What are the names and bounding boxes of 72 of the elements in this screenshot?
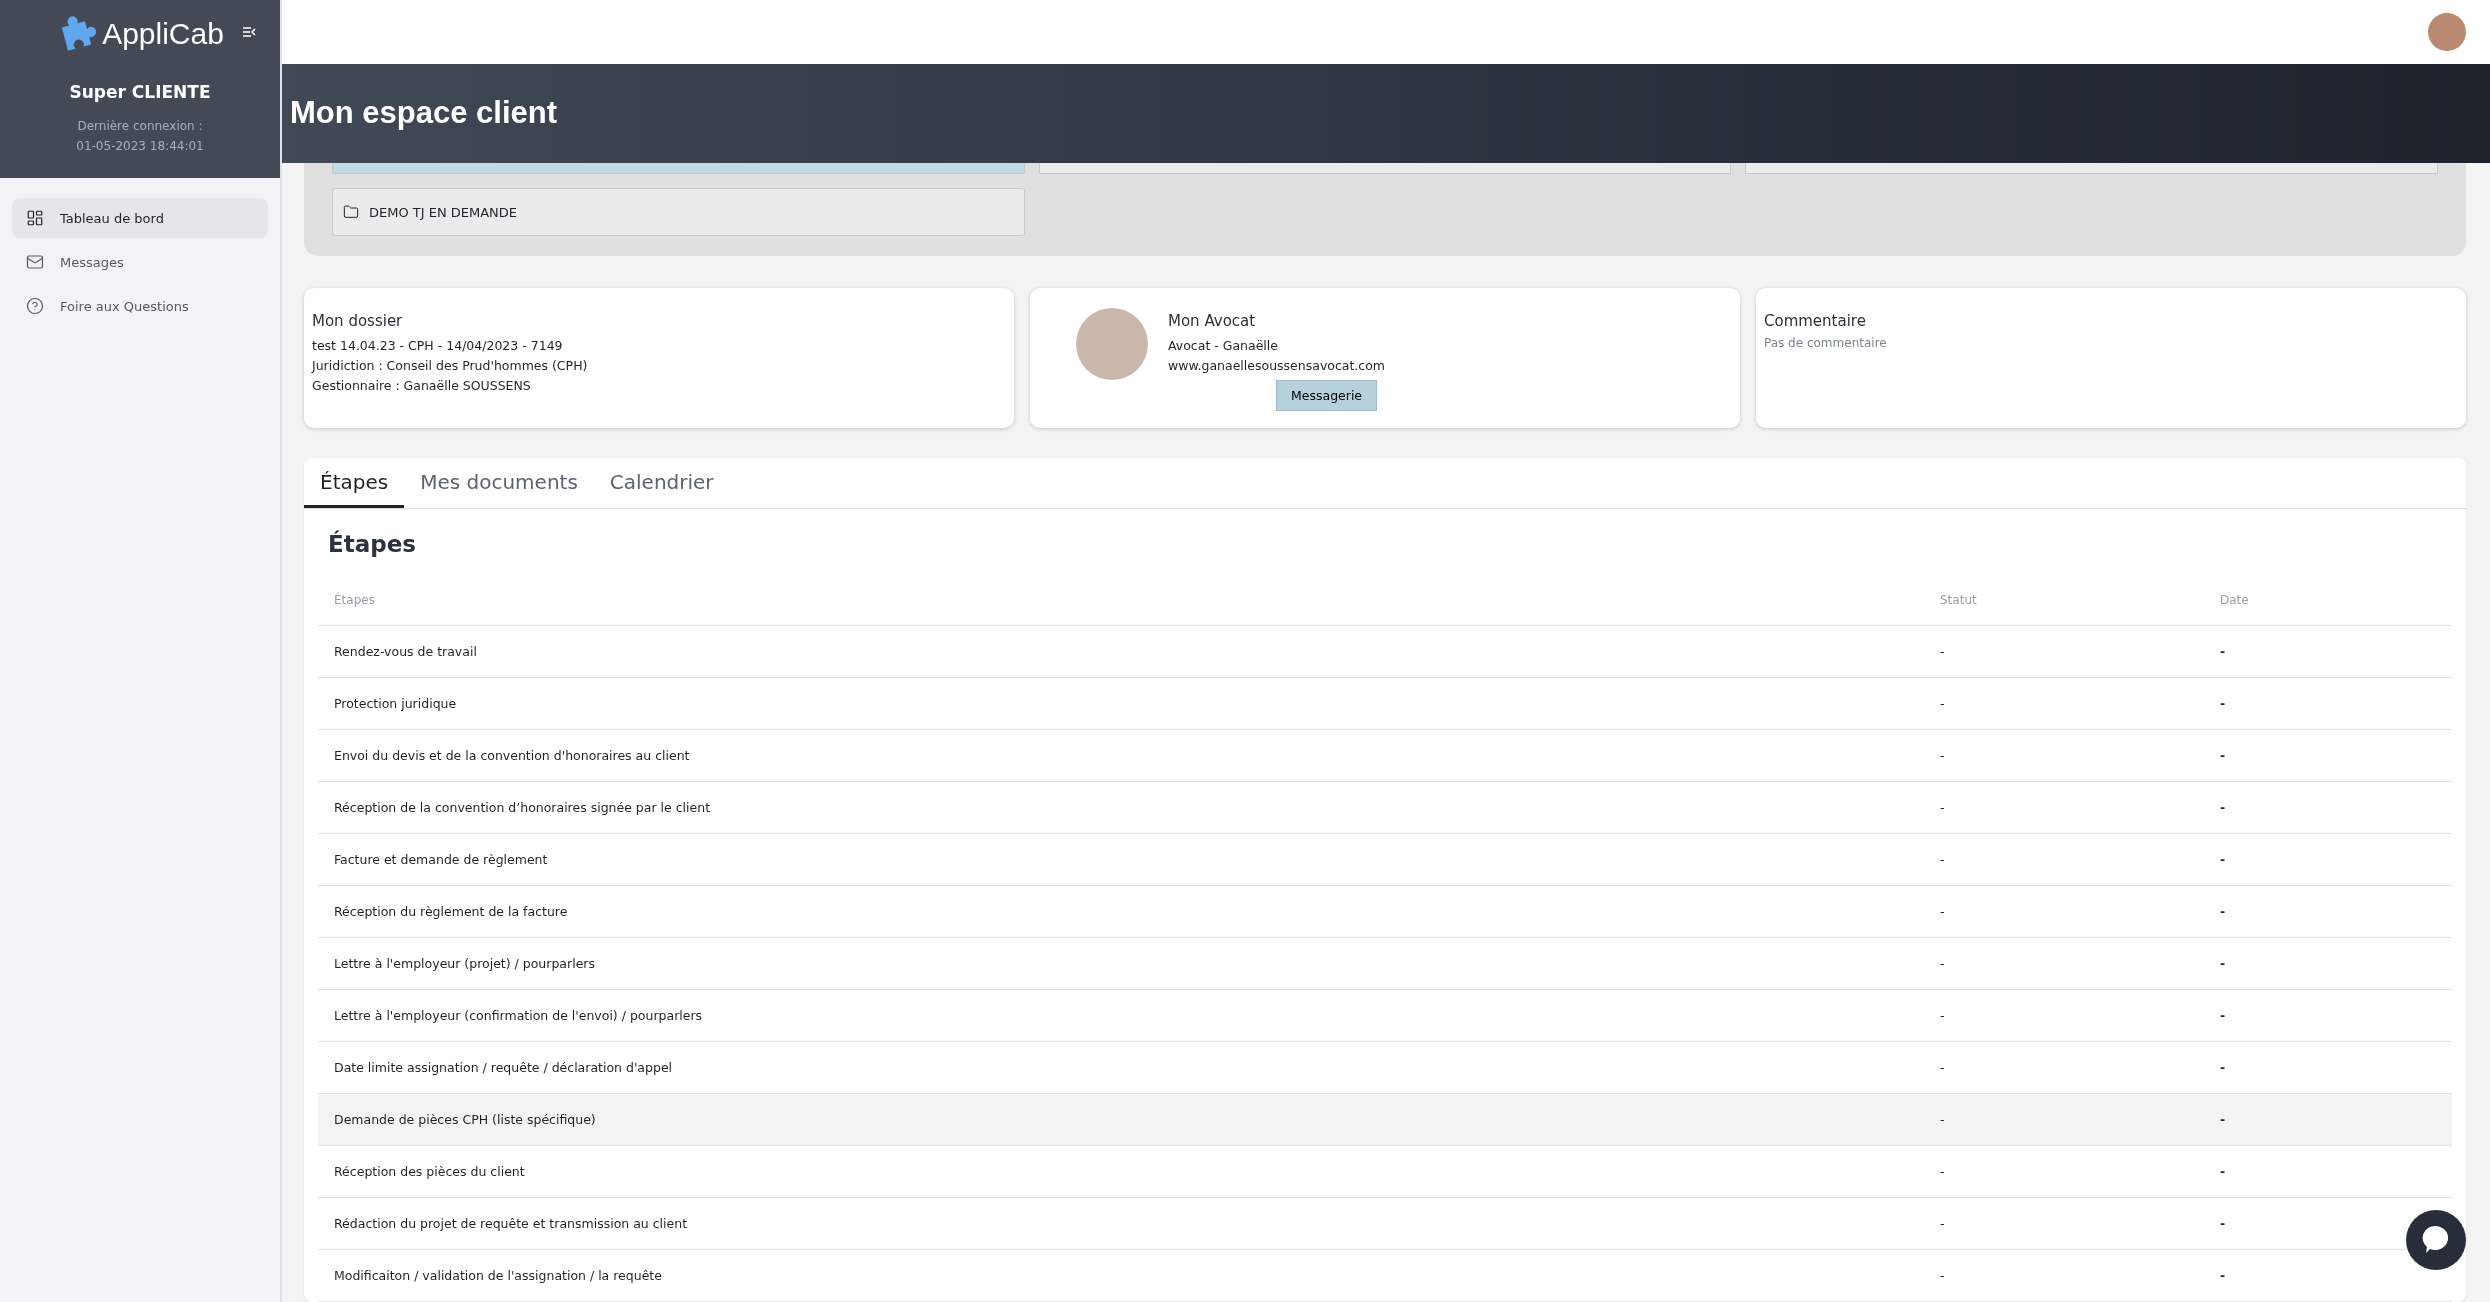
table-cell-text: Facture et demande de règlement xyxy=(334,852,549,867)
user-name: Super CLIENTE xyxy=(69,82,211,102)
folder-icon xyxy=(343,204,359,220)
table-cell-text: - xyxy=(1940,1164,1946,1179)
last-login-label: Dernière connexion : xyxy=(76,118,204,135)
section-title: Étapes xyxy=(328,531,417,557)
table-cell-text: Rédaction du projet de requête et transmission au client xyxy=(334,1216,689,1231)
dossier-line: test 14.04.23 - CPH - 14/04/2023 - 7149 xyxy=(312,337,564,355)
table-cell-text: - xyxy=(1940,748,1946,763)
nav-item[interactable]: Foire aux Questions xyxy=(12,286,268,326)
last-login-time: 01-05-2023 18:44:01 xyxy=(76,138,204,155)
dashboard-icon xyxy=(26,209,44,227)
table-cell-text: - xyxy=(2220,1216,2227,1231)
dossier-line: Juridiction : Conseil des Prud'hommes (CPH) xyxy=(312,357,589,375)
table-cell-text: - xyxy=(2220,696,2227,711)
chat-bubble-icon[interactable] xyxy=(2406,1210,2466,1270)
table-cell-text: - xyxy=(2220,748,2227,763)
page-title: Mon espace client xyxy=(290,95,558,132)
nav-item[interactable]: Tableau de bord xyxy=(12,198,268,238)
table-cell-text: - xyxy=(1940,644,1946,659)
table-cell-text: Réception des pièces du client xyxy=(334,1164,526,1179)
table-cell-text: - xyxy=(1940,852,1946,867)
table-cell-text: Modificaiton / validation de l'assignation / la requête xyxy=(334,1268,663,1283)
table-cell-text: - xyxy=(1940,1216,1946,1231)
table-cell-text: - xyxy=(2220,1112,2227,1127)
tab[interactable]: Mes documents xyxy=(404,458,594,508)
column-header: Date xyxy=(2220,593,2250,607)
table-cell-text: Réception de la convention d’honoraires signée par le client xyxy=(334,800,712,815)
tab[interactable]: Étapes xyxy=(304,458,405,508)
column-header: Statut xyxy=(1940,593,1978,607)
table-cell-text: - xyxy=(1940,800,1946,815)
table-cell-text: - xyxy=(2220,1060,2227,1075)
table-cell-text: Envoi du devis et de la convention d'honoraires au client xyxy=(334,748,691,763)
mail-icon xyxy=(26,253,44,271)
table-cell-text: - xyxy=(2220,852,2227,867)
lawyer-line: www.ganaellesoussensavocat.com xyxy=(1168,357,1386,375)
table-cell-text: Date limite assignation / requête / déclaration d'appel xyxy=(334,1060,674,1075)
table-cell-text: - xyxy=(2220,956,2227,971)
table-cell-text: - xyxy=(1940,1268,1946,1283)
column-header: Étapes xyxy=(334,593,376,607)
table-cell-text: - xyxy=(2220,644,2227,659)
table-cell-text: - xyxy=(1940,696,1946,711)
table-cell-text: - xyxy=(2220,1008,2227,1023)
table-cell-text: - xyxy=(1940,956,1946,971)
table-cell-text: Lettre à l'employeur (projet) / pourparlers xyxy=(334,956,596,971)
table-cell-text: Lettre à l'employeur (confirmation de l'envoi) / pourparlers xyxy=(334,1008,704,1023)
comment-text: Pas de commentaire xyxy=(1764,336,1888,350)
table-cell-text: - xyxy=(2220,800,2227,815)
card-title: Mon Avocat xyxy=(1168,312,1257,330)
card-title: Commentaire xyxy=(1764,312,1867,330)
table-cell-text: Réception du règlement de la facture xyxy=(334,904,569,919)
messaging-button[interactable]: Messagerie xyxy=(1275,380,1378,411)
table-cell-text: Demande de pièces CPH (liste spécifique) xyxy=(334,1112,597,1127)
app-logo: AppliCab xyxy=(102,17,224,51)
dossier-line: Gestionnaire : Ganaëlle SOUSSENS xyxy=(312,377,532,395)
table-cell-text: Rendez-vous de travail xyxy=(334,644,478,659)
nav-item[interactable]: Messages xyxy=(12,242,268,282)
table-cell-text: - xyxy=(1940,1112,1946,1127)
folder-card[interactable]: DEMO TJ EN DEMANDE xyxy=(332,188,1025,236)
table-cell-text: - xyxy=(2220,904,2227,919)
table-cell-text: - xyxy=(2220,1164,2227,1179)
card-title: Mon dossier xyxy=(312,312,404,330)
table-cell-text: Protection juridique xyxy=(334,696,458,711)
table-cell-text: - xyxy=(1940,1060,1946,1075)
avatar[interactable] xyxy=(2428,12,2466,51)
help-icon xyxy=(26,297,44,315)
collapse-menu-icon[interactable] xyxy=(242,26,256,38)
table-cell-text: - xyxy=(1940,1008,1946,1023)
lawyer-line: Avocat - Ganaëlle xyxy=(1168,337,1279,355)
tab[interactable]: Calendrier xyxy=(593,458,730,508)
table-cell-text: - xyxy=(1940,904,1946,919)
table-cell-text: - xyxy=(2220,1268,2227,1283)
